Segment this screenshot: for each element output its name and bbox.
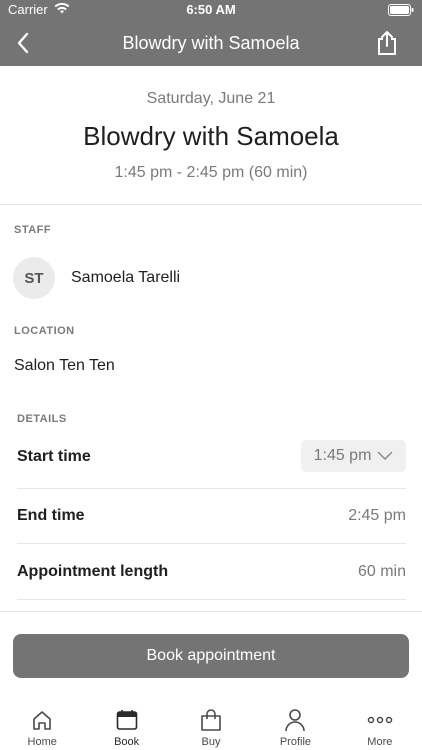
appointment-date: Saturday, June 21	[146, 90, 276, 107]
status-time: 6:50 AM	[186, 2, 236, 17]
chevron-left-icon	[17, 32, 29, 54]
staff-name: Samoela Tarelli	[71, 269, 181, 286]
tab-home-label: Home	[27, 736, 57, 748]
share-button[interactable]	[372, 28, 402, 58]
battery-icon	[388, 4, 414, 19]
more-dots-icon	[367, 708, 393, 732]
location-name: Salon Ten Ten	[14, 357, 115, 374]
tab-more[interactable]: More	[338, 697, 422, 750]
divider	[0, 611, 422, 612]
back-button[interactable]	[8, 28, 38, 58]
book-appointment-button[interactable]: Book appointment	[13, 634, 409, 678]
divider	[0, 204, 422, 205]
tab-more-label: More	[367, 736, 393, 748]
home-icon	[31, 708, 53, 732]
appointment-length-value: 60 min	[357, 563, 406, 580]
location-section-label: LOCATION	[14, 325, 75, 337]
nav-title: Blowdry with Samoela	[122, 33, 300, 53]
tab-bar: Home Book Buy Profile More	[0, 697, 422, 750]
row-divider	[17, 543, 406, 544]
person-icon	[284, 708, 306, 732]
tab-profile[interactable]: Profile	[253, 697, 337, 750]
start-time-select[interactable]: 1:45 pm	[301, 440, 406, 472]
tab-book[interactable]: Book	[84, 697, 168, 750]
tab-book-label: Book	[114, 736, 140, 748]
appointment-time-range: 1:45 pm - 2:45 pm (60 min)	[114, 164, 308, 181]
tab-buy-label: Buy	[201, 736, 221, 748]
row-divider	[17, 488, 406, 489]
start-time-label: Start time	[17, 448, 91, 465]
navigation-bar: Blowdry with Samoela	[0, 20, 422, 66]
end-time-value: 2:45 pm	[348, 507, 406, 524]
tab-buy[interactable]: Buy	[169, 697, 253, 750]
staff-section-label: STAFF	[14, 224, 52, 236]
status-bar: Carrier 6:50 AM	[0, 0, 422, 20]
row-divider	[17, 599, 406, 600]
appointment-length-label: Appointment length	[17, 563, 169, 580]
details-section-label: DETAILS	[17, 413, 67, 425]
tab-home[interactable]: Home	[0, 697, 84, 750]
end-time-label: End time	[17, 507, 85, 524]
appointment-title: Blowdry with Samoela	[83, 121, 339, 151]
tab-profile-label: Profile	[279, 736, 312, 748]
chevron-down-icon	[378, 451, 393, 460]
share-icon	[378, 31, 396, 55]
start-time-value: 1:45 pm	[313, 447, 372, 464]
calendar-icon	[116, 708, 138, 732]
shopping-bag-icon	[200, 708, 222, 732]
avatar: ST	[13, 257, 55, 299]
